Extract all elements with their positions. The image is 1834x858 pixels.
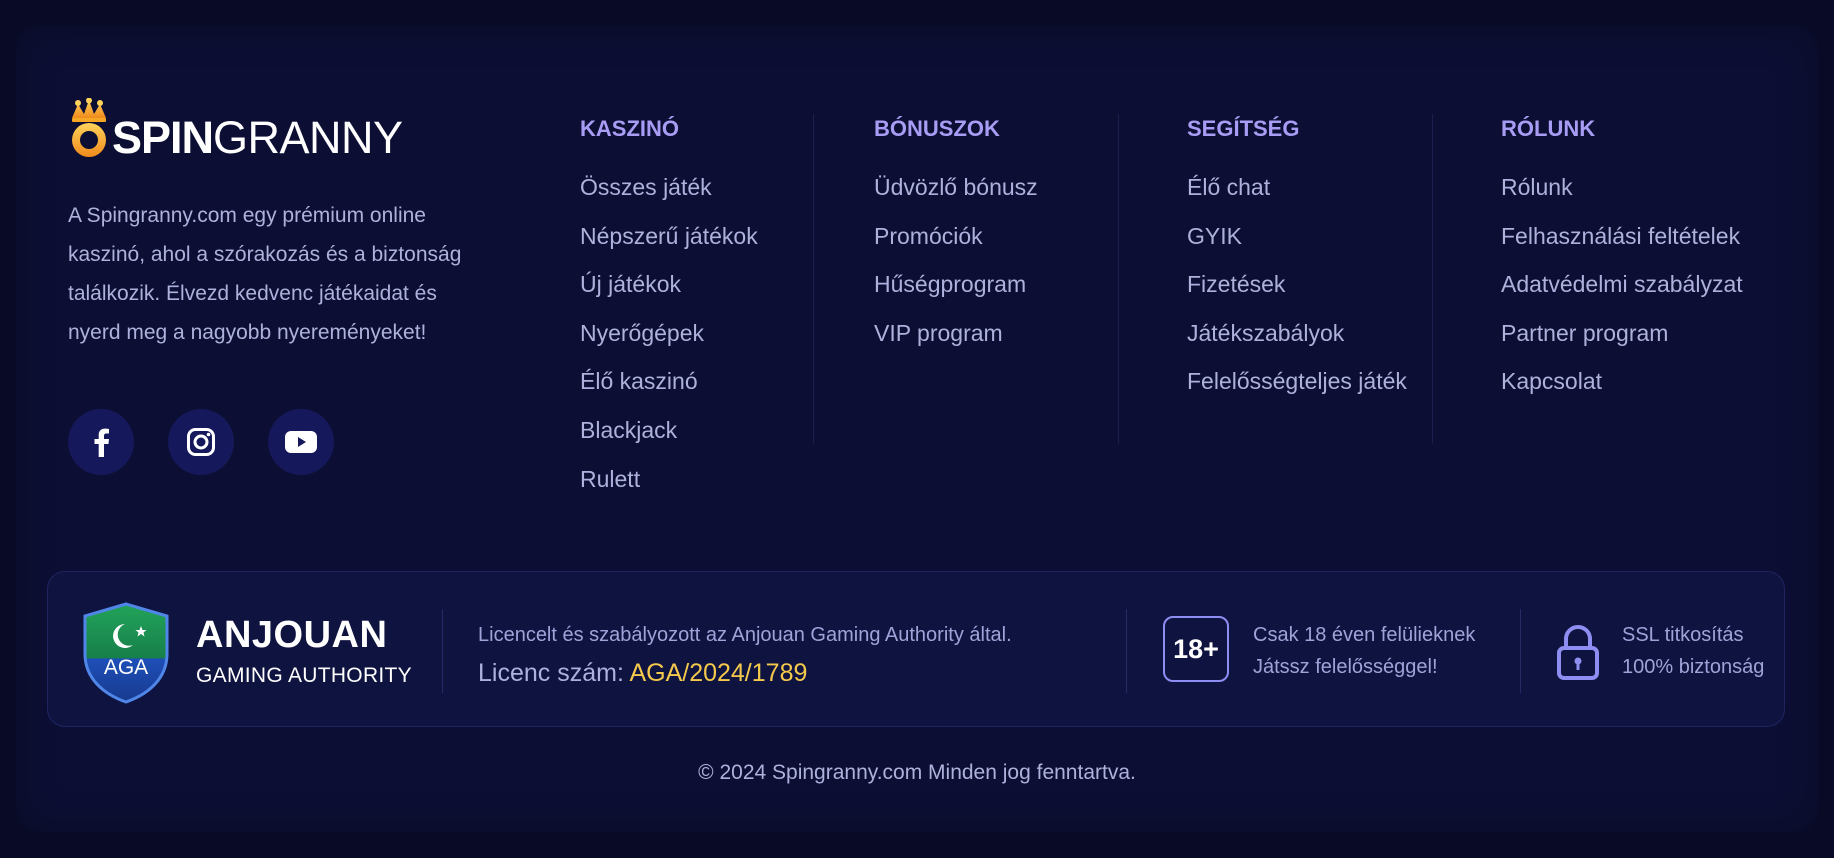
logo-spin-text: SPIN [112,112,214,163]
link-loyalty-program[interactable]: Hűségprogram [874,260,1038,309]
license-number-line: Licenc szám: AGA/2024/1789 [478,659,807,688]
logo-granny-text: GRANNY [213,112,403,163]
column-casino: KASZINÓ Összes játék Népszerű játékok Új… [580,111,758,503]
column-about: RÓLUNK Rólunk Felhasználási feltételek A… [1501,111,1743,406]
instagram-button[interactable] [168,409,234,475]
age-restriction-text: Csak 18 éven felülieknek [1253,624,1476,646]
link-roulette[interactable]: Rulett [580,455,758,504]
instagram-icon [187,428,215,456]
aga-shield-icon: AGA [83,602,169,704]
link-faq[interactable]: GYIK [1187,212,1407,261]
link-blackjack[interactable]: Blackjack [580,406,758,455]
link-game-rules[interactable]: Játékszabályok [1187,309,1407,358]
lock-icon [1557,624,1599,680]
column-title: BÓNUSZOK [874,116,1000,141]
link-slots[interactable]: Nyerőgépek [580,309,758,358]
link-live-chat[interactable]: Élő chat [1187,163,1407,212]
ssl-title: SSL titkosítás [1622,624,1744,646]
column-divider [813,114,814,444]
shield-text: AGA [104,656,148,679]
license-number-label: Licenc szám: [478,659,630,687]
facebook-button[interactable] [68,409,134,475]
social-links [68,409,334,475]
license-divider [1520,609,1521,693]
responsible-play-text: Játssz felelősséggel! [1253,656,1438,678]
ssl-subtitle: 100% biztonság [1622,656,1765,678]
column-title: SEGÍTSÉG [1187,116,1300,141]
column-help: SEGÍTSÉG Élő chat GYIK Fizetések Játéksz… [1187,111,1407,406]
authority-title: ANJOUAN [196,614,388,656]
link-welcome-bonus[interactable]: Üdvözlő bónusz [874,163,1038,212]
link-responsible-gaming[interactable]: Felelősségteljes játék [1187,357,1407,406]
link-live-casino[interactable]: Élő kaszinó [580,357,758,406]
youtube-icon [285,431,317,453]
column-divider [1432,114,1433,444]
license-divider [442,609,443,693]
link-terms-of-use[interactable]: Felhasználási feltételek [1501,212,1743,261]
site-footer: SPIN GRANNY A Spingranny.com egy prémium… [16,26,1818,832]
column-title: KASZINÓ [580,116,679,141]
link-all-games[interactable]: Összes játék [580,163,758,212]
link-contact[interactable]: Kapcsolat [1501,357,1743,406]
license-divider [1126,609,1127,693]
license-number: AGA/2024/1789 [629,659,808,687]
link-popular-games[interactable]: Népszerű játékok [580,212,758,261]
brand-description: A Spingranny.com egy prémium online kasz… [68,204,462,344]
age-18-badge: 18+ [1163,616,1229,682]
crown-icon [72,98,106,157]
link-payments[interactable]: Fizetések [1187,260,1407,309]
link-new-games[interactable]: Új játékok [580,260,758,309]
facebook-icon [94,428,109,457]
link-partner-program[interactable]: Partner program [1501,309,1743,358]
column-title: RÓLUNK [1501,116,1596,141]
licensed-text: Licencelt és szabályozott az Anjouan Gam… [478,624,1012,646]
license-bar: AGA ANJOUAN GAMING AUTHORITY Licencelt é… [47,571,1785,727]
brand-block: SPIN GRANNY A Spingranny.com egy prémium… [68,92,498,352]
authority-subtitle: GAMING AUTHORITY [196,664,412,687]
logo[interactable]: SPIN GRANNY [68,92,498,160]
link-vip-program[interactable]: VIP program [874,309,1038,358]
link-about-us[interactable]: Rólunk [1501,163,1743,212]
youtube-button[interactable] [268,409,334,475]
link-promotions[interactable]: Promóciók [874,212,1038,261]
column-bonuses: BÓNUSZOK Üdvözlő bónusz Promóciók Hűségp… [874,111,1038,357]
copyright: © 2024 Spingranny.com Minden jog fenntar… [698,761,1136,784]
column-divider [1118,114,1119,444]
link-privacy-policy[interactable]: Adatvédelmi szabályzat [1501,260,1743,309]
